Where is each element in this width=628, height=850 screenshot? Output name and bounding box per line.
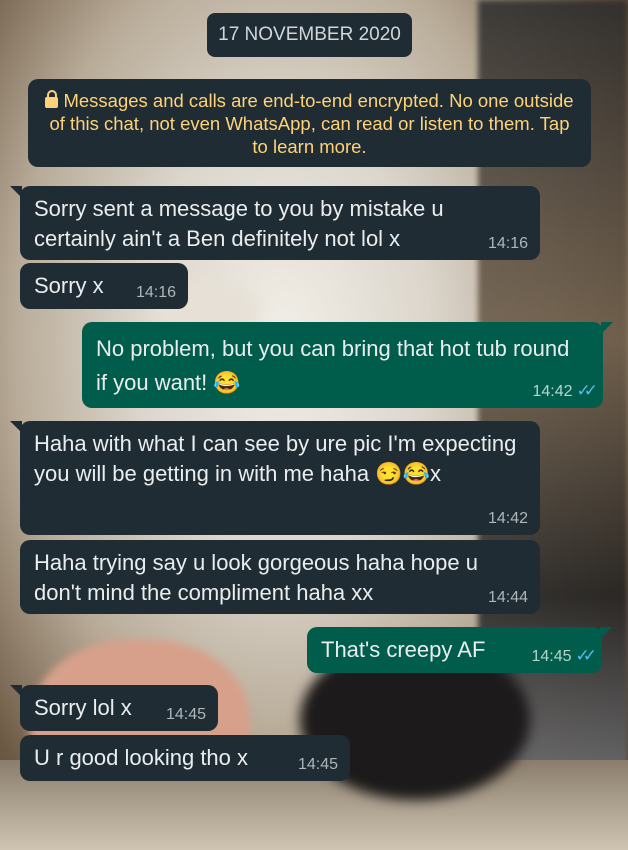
message-text: Sorry x (34, 273, 104, 298)
message-bubble-incoming[interactable]: Sorry lol x 14:45 (10, 685, 218, 731)
message-text: Haha with what I can see by ure pic I'm … (34, 431, 517, 486)
message-bubble-incoming[interactable]: Haha with what I can see by ure pic I'm … (10, 421, 540, 535)
message-time: 14:45 (297, 756, 338, 773)
message-bubble-incoming[interactable]: U r good looking tho x 14:45 (20, 735, 350, 781)
double-check-icon: ✓✓ (575, 646, 597, 665)
message-meta: 14:42 ✓✓ (532, 381, 598, 401)
message-bubble-incoming[interactable]: Sorry x 14:16 (20, 263, 188, 309)
message-meta: 14:45 ✓✓ (531, 646, 597, 666)
message-text: Sorry sent a message to you by mistake u… (34, 196, 444, 251)
message-bubble-outgoing[interactable]: No problem, but you can bring that hot t… (82, 322, 613, 408)
double-check-icon: ✓✓ (576, 381, 598, 400)
message-time: 14:45 (531, 648, 572, 665)
message-text: That's creepy AF (321, 637, 486, 662)
encryption-notice-text: Messages and calls are end-to-end encryp… (49, 90, 574, 157)
message-text: Sorry lol x (34, 695, 132, 720)
message-time: 14:42 (532, 383, 573, 400)
message-text: No problem, but you can bring that hot t… (96, 336, 570, 395)
message-time: 14:42 (487, 510, 528, 527)
message-text: U r good looking tho x (34, 745, 249, 770)
message-bubble-incoming[interactable]: Sorry sent a message to you by mistake u… (10, 186, 540, 260)
message-time: 14:44 (487, 589, 528, 606)
message-bubble-incoming[interactable]: Haha trying say u look gorgeous haha hop… (20, 540, 540, 614)
encryption-notice[interactable]: Messages and calls are end-to-end encryp… (28, 79, 591, 167)
message-time: 14:16 (135, 284, 176, 301)
message-text: Haha trying say u look gorgeous haha hop… (34, 550, 478, 605)
lock-icon (45, 90, 59, 108)
message-time: 14:45 (165, 706, 206, 723)
message-bubble-outgoing[interactable]: That's creepy AF 14:45 ✓✓ (307, 627, 612, 673)
date-chip: 17 NOVEMBER 2020 (207, 13, 412, 57)
message-time: 14:16 (487, 235, 528, 252)
